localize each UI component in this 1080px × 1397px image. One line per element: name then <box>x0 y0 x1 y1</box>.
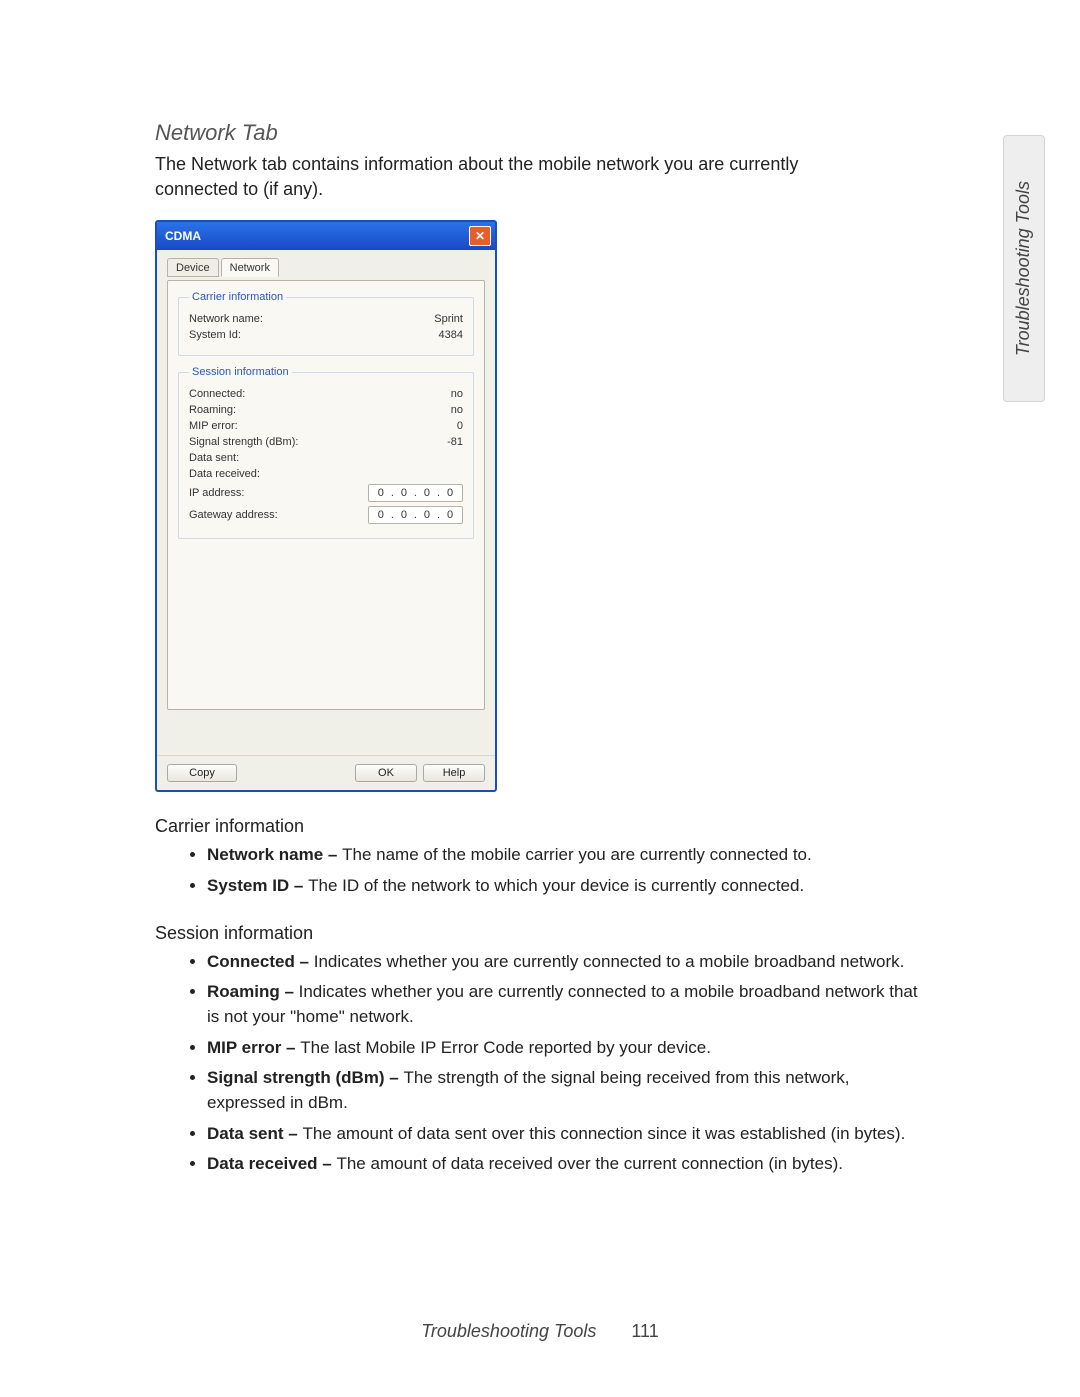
session-info-list: Connected – Indicates whether you are cu… <box>155 950 927 1177</box>
dialog-body: Device Network Carrier information Netwo… <box>157 250 495 755</box>
chapter-side-tab-label: Troubleshooting Tools <box>1014 181 1035 356</box>
list-item: System ID – The ID of the network to whi… <box>207 874 927 899</box>
session-fieldset: Session information Connected: no Roamin… <box>178 366 474 539</box>
section-intro: The Network tab contains information abo… <box>155 152 855 202</box>
list-item: Roaming – Indicates whether you are curr… <box>207 980 927 1029</box>
cdma-dialog: CDMA ✕ Device Network Carrier informatio… <box>155 220 497 792</box>
gateway-address-field[interactable]: 0. 0. 0. 0 <box>368 506 463 524</box>
page-number: 111 <box>631 1321 658 1341</box>
value-system-id: 4384 <box>439 329 463 341</box>
list-item: Data sent – The amount of data sent over… <box>207 1122 927 1147</box>
ok-button[interactable]: OK <box>355 764 417 782</box>
tab-panel: Carrier information Network name: Sprint… <box>167 280 485 710</box>
dialog-titlebar: CDMA ✕ <box>157 222 495 250</box>
list-item: Network name – The name of the mobile ca… <box>207 843 927 868</box>
value-network-name: Sprint <box>434 313 463 325</box>
tab-network[interactable]: Network <box>221 258 279 277</box>
label-network-name: Network name: <box>189 313 263 325</box>
row-data-sent: Data sent: <box>189 452 463 464</box>
tab-bar: Device Network <box>167 258 485 277</box>
list-item: MIP error – The last Mobile IP Error Cod… <box>207 1036 927 1061</box>
row-roaming: Roaming: no <box>189 404 463 416</box>
label-system-id: System Id: <box>189 329 241 341</box>
help-button[interactable]: Help <box>423 764 485 782</box>
session-info-heading: Session information <box>155 923 970 944</box>
row-network-name: Network name: Sprint <box>189 313 463 325</box>
row-system-id: System Id: 4384 <box>189 329 463 341</box>
close-icon[interactable]: ✕ <box>469 226 491 246</box>
list-item: Connected – Indicates whether you are cu… <box>207 950 927 975</box>
page-footer: Troubleshooting Tools 111 <box>0 1321 1080 1342</box>
dialog-footer: Copy OK Help <box>157 755 495 790</box>
dialog-title: CDMA <box>165 229 201 243</box>
section-heading: Network Tab <box>155 120 970 146</box>
footer-title: Troubleshooting Tools <box>421 1321 596 1341</box>
row-data-received: Data received: <box>189 468 463 480</box>
session-legend: Session information <box>189 366 292 378</box>
carrier-fieldset: Carrier information Network name: Sprint… <box>178 291 474 356</box>
row-connected: Connected: no <box>189 388 463 400</box>
carrier-info-list: Network name – The name of the mobile ca… <box>155 843 927 898</box>
list-item: Data received – The amount of data recei… <box>207 1152 927 1177</box>
row-gateway-address: Gateway address: 0. 0. 0. 0 <box>189 506 463 524</box>
tab-device[interactable]: Device <box>167 258 219 277</box>
copy-button[interactable]: Copy <box>167 764 237 782</box>
row-signal-strength: Signal strength (dBm): -81 <box>189 436 463 448</box>
list-item: Signal strength (dBm) – The strength of … <box>207 1066 927 1115</box>
row-ip-address: IP address: 0. 0. 0. 0 <box>189 484 463 502</box>
ip-address-field[interactable]: 0. 0. 0. 0 <box>368 484 463 502</box>
chapter-side-tab: Troubleshooting Tools <box>1003 135 1045 402</box>
carrier-legend: Carrier information <box>189 291 286 303</box>
carrier-info-heading: Carrier information <box>155 816 970 837</box>
row-mip-error: MIP error: 0 <box>189 420 463 432</box>
